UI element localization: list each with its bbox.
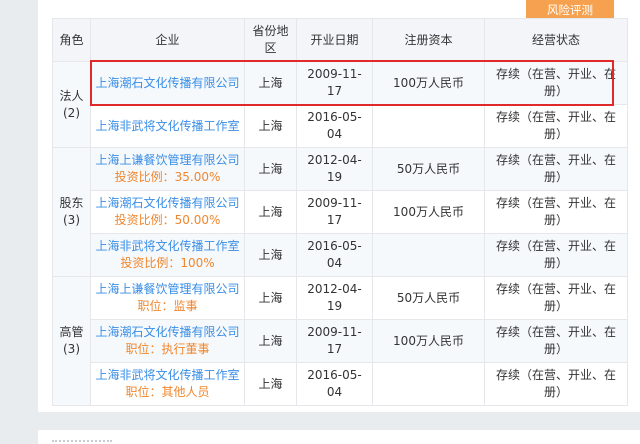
risk-assessment-button[interactable]: 风险评测 (526, 0, 614, 20)
date-cell: 2009-11-17 (296, 190, 373, 234)
role-cell: 法人 (2) (52, 61, 91, 148)
province-cell: 上海 (244, 147, 297, 191)
company-link[interactable]: 上海潮石文化传播有限公司 (95, 75, 240, 92)
company-cell: 上海上谦餐饮管理有限公司 职位：监事 (90, 276, 245, 320)
role-label: 高管 (59, 325, 84, 339)
province-cell: 上海 (244, 276, 297, 320)
company-detail: 投资比例：50.00% (114, 213, 221, 227)
status-cell: 存续（在营、开业、在册） (484, 104, 628, 148)
table-row: 上海非武将文化传播工作室 投资比例：100% 上海 2016-05-04 存续（在营、开… (53, 233, 628, 277)
header-status: 经营状态 (484, 18, 628, 62)
table-row: 高管 (3) 上海上谦餐饮管理有限公司 职位：监事 上海 2012-04-19 50万人民币… (52, 276, 628, 406)
header-capital: 注册资本 (372, 18, 485, 62)
company-detail: 投资比例：35.00% (114, 170, 221, 184)
company-detail: 投资比例：100% (120, 256, 215, 270)
status-cell: 存续（在营、开业、在册） (484, 276, 628, 320)
table-row: 上海潮石文化传播有限公司 职位：执行董事 上海 2009-11-17 100万人民币 存续… (53, 319, 628, 363)
table-row: 股东 (3) 上海上谦餐饮管理有限公司 投资比例：35.00% 上海 2012-04-19… (52, 147, 628, 277)
header-company: 企业 (90, 18, 245, 62)
capital-cell (372, 233, 485, 277)
table-row: 法人 (2) 上海潮石文化传播有限公司 上海 2009-11-17 100万人民币 存续（在… (52, 61, 628, 148)
status-cell: 存续（在营、开业、在册） (484, 61, 628, 105)
company-link[interactable]: 上海潮石文化传播有限公司 (95, 324, 240, 341)
role-count: (3) (63, 213, 80, 227)
role-count: (2) (63, 105, 80, 120)
company-cell: 上海非武将文化传播工作室 (90, 104, 245, 148)
status-cell: 存续（在营、开业、在册） (484, 147, 628, 191)
capital-cell: 100万人民币 (372, 61, 485, 105)
province-cell: 上海 (244, 61, 297, 105)
company-cell: 上海潮石文化传播有限公司 投资比例：50.00% (90, 190, 245, 234)
date-cell: 2009-11-17 (296, 61, 373, 105)
company-cell: 上海非武将文化传播工作室 投资比例：100% (90, 233, 245, 277)
table-row: 上海潮石文化传播有限公司 投资比例：50.00% 上海 2009-11-17 100万人… (53, 190, 628, 234)
company-detail: 职位：执行董事 (125, 342, 210, 356)
date-cell: 2016-05-04 (296, 362, 373, 406)
capital-cell: 50万人民币 (372, 147, 485, 191)
company-link[interactable]: 上海上谦餐饮管理有限公司 (95, 152, 240, 169)
date-cell: 2012-04-19 (296, 147, 373, 191)
status-cell: 存续（在营、开业、在册） (484, 190, 628, 234)
company-link[interactable]: 上海上谦餐饮管理有限公司 (95, 281, 240, 298)
role-cell: 高管 (3) (52, 276, 91, 406)
status-cell: 存续（在营、开业、在册） (484, 319, 628, 363)
role-label: 股东 (59, 196, 84, 210)
company-cell: 上海非武将文化传播工作室 职位：其他人员 (90, 362, 245, 406)
capital-cell (372, 362, 485, 406)
header-role: 角色 (52, 18, 91, 62)
capital-cell: 100万人民币 (372, 319, 485, 363)
province-cell: 上海 (244, 104, 297, 148)
status-cell: 存续（在营、开业、在册） (484, 362, 628, 406)
table-row: 上海非武将文化传播工作室 上海 2016-05-04 存续（在营、开业、在册） (53, 104, 628, 148)
header-date: 开业日期 (296, 18, 373, 62)
province-cell: 上海 (244, 362, 297, 406)
company-link[interactable]: 上海非武将文化传播工作室 (95, 238, 240, 255)
company-detail: 职位：监事 (137, 299, 198, 313)
role-label: 法人 (59, 88, 84, 103)
header-province: 省份地区 (244, 18, 297, 62)
company-detail: 职位：其他人员 (125, 385, 210, 399)
company-cell: 上海潮石文化传播有限公司 职位：执行董事 (90, 319, 245, 363)
table-header-row: 角色 企业 省份地区 开业日期 注册资本 经营状态 (52, 18, 628, 62)
status-cell: 存续（在营、开业、在册） (484, 233, 628, 277)
company-link[interactable]: 上海非武将文化传播工作室 (95, 367, 240, 384)
next-section-heading (52, 440, 112, 442)
date-cell: 2009-11-17 (296, 319, 373, 363)
next-section-panel (38, 430, 640, 444)
capital-cell (372, 104, 485, 148)
province-cell: 上海 (244, 319, 297, 363)
province-cell: 上海 (244, 233, 297, 277)
capital-cell: 50万人民币 (372, 276, 485, 320)
company-cell: 上海上谦餐饮管理有限公司 投资比例：35.00% (90, 147, 245, 191)
role-cell: 股东 (3) (52, 147, 91, 277)
date-cell: 2016-05-04 (296, 233, 373, 277)
related-companies-table: 角色 企业 省份地区 开业日期 注册资本 经营状态 法人 (2) 上海潮石文化传播有… (52, 18, 628, 406)
date-cell: 2016-05-04 (296, 104, 373, 148)
role-count: (3) (63, 342, 80, 356)
table-row: 上海非武将文化传播工作室 职位：其他人员 上海 2016-05-04 存续（在营、开业、… (53, 362, 628, 406)
company-cell: 上海潮石文化传播有限公司 (90, 61, 245, 105)
company-link[interactable]: 上海潮石文化传播有限公司 (95, 195, 240, 212)
capital-cell: 100万人民币 (372, 190, 485, 234)
province-cell: 上海 (244, 190, 297, 234)
date-cell: 2012-04-19 (296, 276, 373, 320)
company-link[interactable]: 上海非武将文化传播工作室 (95, 118, 240, 135)
